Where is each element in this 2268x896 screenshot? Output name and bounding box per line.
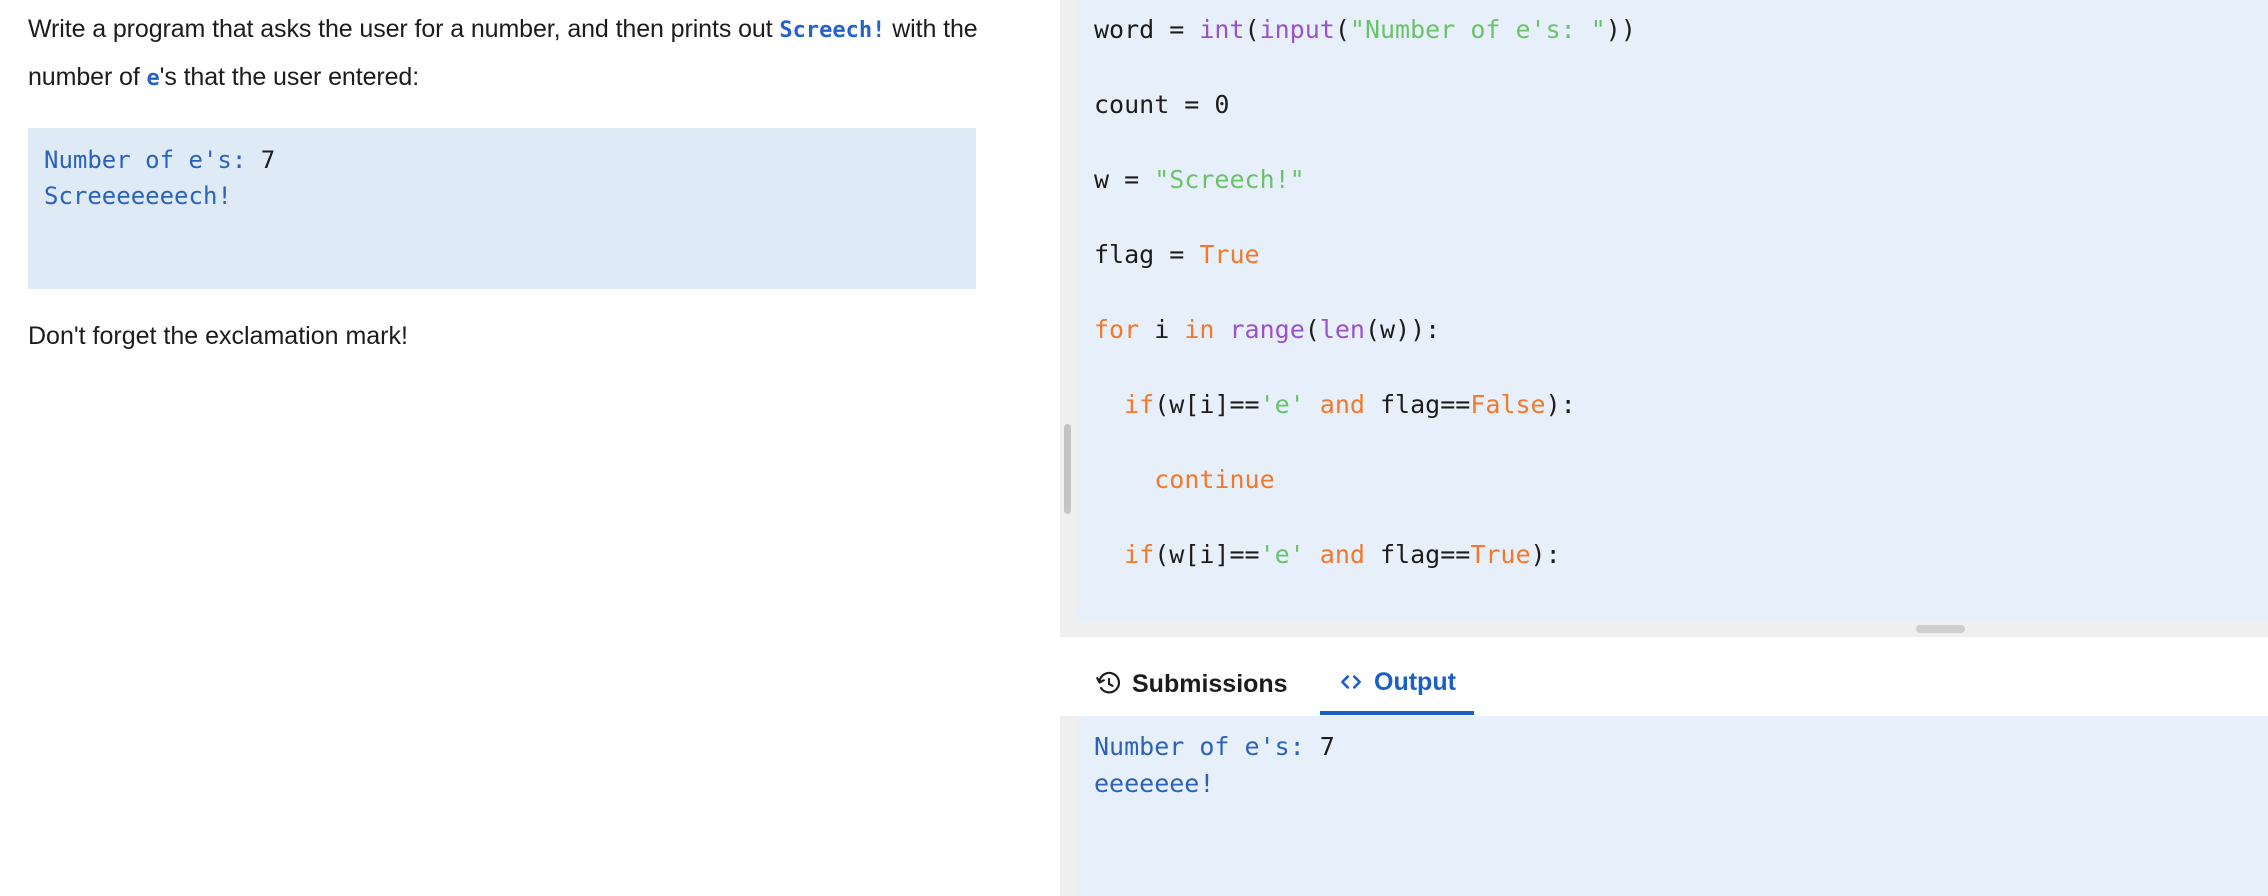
code-token: input [1259, 15, 1335, 44]
output-line-1: Number of e's: 7 [1094, 728, 1335, 765]
code-token: continue [1154, 465, 1275, 494]
code-token: count = 0 [1094, 90, 1230, 119]
output-panel: Number of e's: 7 eeeeeee! [1060, 716, 2268, 896]
result-tab-bar: Submissions Output [1060, 653, 2268, 717]
code-token: and [1319, 540, 1365, 569]
editor-horizontal-scrollbar-track[interactable] [1078, 621, 2268, 637]
code-line[interactable]: word = int(input("Number of e's: ")) [1078, 0, 2268, 67]
editor-horizontal-scrollbar-thumb[interactable] [1916, 625, 1965, 633]
code-lines-container[interactable]: word = int(input("Number of e's: ")) coun… [1078, 0, 2268, 592]
inline-code-e: e [146, 66, 160, 91]
code-line[interactable]: if(w[i]=='e' and flag==False): [1078, 367, 2268, 442]
code-token: "Screech!" [1154, 165, 1305, 194]
code-token: ): [1545, 390, 1576, 419]
code-token: (w)): [1364, 315, 1441, 344]
output-value: 7 [1319, 732, 1335, 761]
inline-code-screech: Screech! [779, 18, 886, 43]
code-token: len [1319, 315, 1365, 344]
code-token: w = [1094, 165, 1155, 194]
tab-output[interactable]: Output [1320, 653, 1474, 715]
code-brackets-icon [1338, 669, 1364, 695]
code-line[interactable]: flag = True [1078, 217, 2268, 292]
history-clock-icon [1096, 671, 1122, 697]
code-token: True [1199, 240, 1260, 269]
output-prompt: Number of e's: [1094, 732, 1320, 761]
sample-output-value: 7 [260, 146, 276, 174]
sample-output-prompt: Number of e's: [44, 146, 261, 174]
code-token: False [1470, 390, 1546, 419]
problem-note: Don't forget the exclamation mark! [28, 322, 408, 350]
code-token: i [1139, 315, 1185, 344]
code-token: flag== [1364, 540, 1471, 569]
code-line[interactable]: w = "Screech!" [1078, 142, 2268, 217]
output-gutter [1060, 716, 1078, 896]
code-token: and [1319, 390, 1365, 419]
problem-statement-part1: Write a program that asks the user for a… [28, 15, 773, 43]
code-token: ): [1530, 540, 1561, 569]
editor-gutter [1060, 0, 1078, 637]
code-token: True [1470, 540, 1531, 569]
code-token: for [1094, 315, 1140, 344]
code-token: if [1124, 390, 1155, 419]
code-token: if [1124, 540, 1155, 569]
sample-output-box: Number of e's: 7 Screeeeeeech! [28, 128, 976, 289]
code-token: ( [1304, 315, 1320, 344]
code-token: int [1199, 15, 1245, 44]
editor-vertical-scrollbar[interactable] [1064, 424, 1071, 514]
code-token: ( [1244, 15, 1260, 44]
code-token: ( [1334, 15, 1350, 44]
code-token: in [1184, 315, 1215, 344]
sample-output-line-2: Screeeeeeech! [44, 182, 232, 210]
output-line-2: eeeeeee! [1094, 769, 1215, 798]
code-token: 'e' [1259, 540, 1305, 569]
code-token: range [1229, 315, 1305, 344]
code-token: flag = [1094, 240, 1200, 269]
tab-submissions-label: Submissions [1132, 669, 1288, 698]
code-token: (w[i]== [1154, 390, 1260, 419]
sample-output-line-1: Number of e's: 7 [44, 142, 958, 178]
code-token: 'e' [1259, 390, 1305, 419]
code-editor[interactable]: word = int(input("Number of e's: ")) coun… [1060, 0, 2268, 637]
tab-output-label: Output [1374, 667, 1456, 696]
problem-statement-part3: 's that the user entered: [159, 63, 420, 91]
editor-pane: word = int(input("Number of e's: ")) coun… [1060, 0, 2268, 896]
problem-pane: Write a program that asks the user for a… [0, 0, 1060, 896]
code-token: "Number of e's: " [1349, 15, 1606, 44]
output-text: Number of e's: 7 eeeeeee! [1078, 728, 1335, 802]
problem-statement: Write a program that asks the user for a… [28, 6, 1013, 102]
code-token: (w[i]== [1154, 540, 1260, 569]
code-line[interactable]: continue [1078, 442, 2268, 517]
code-line[interactable]: count = 0 [1078, 67, 2268, 142]
code-line[interactable]: if(w[i]=='e' and flag==True): [1078, 517, 2268, 592]
code-line[interactable]: for i in range(len(w)): [1078, 292, 2268, 367]
code-token: )) [1605, 15, 1636, 44]
code-token: word = [1094, 15, 1200, 44]
tab-submissions[interactable]: Submissions [1078, 653, 1306, 715]
code-token: flag== [1364, 390, 1471, 419]
